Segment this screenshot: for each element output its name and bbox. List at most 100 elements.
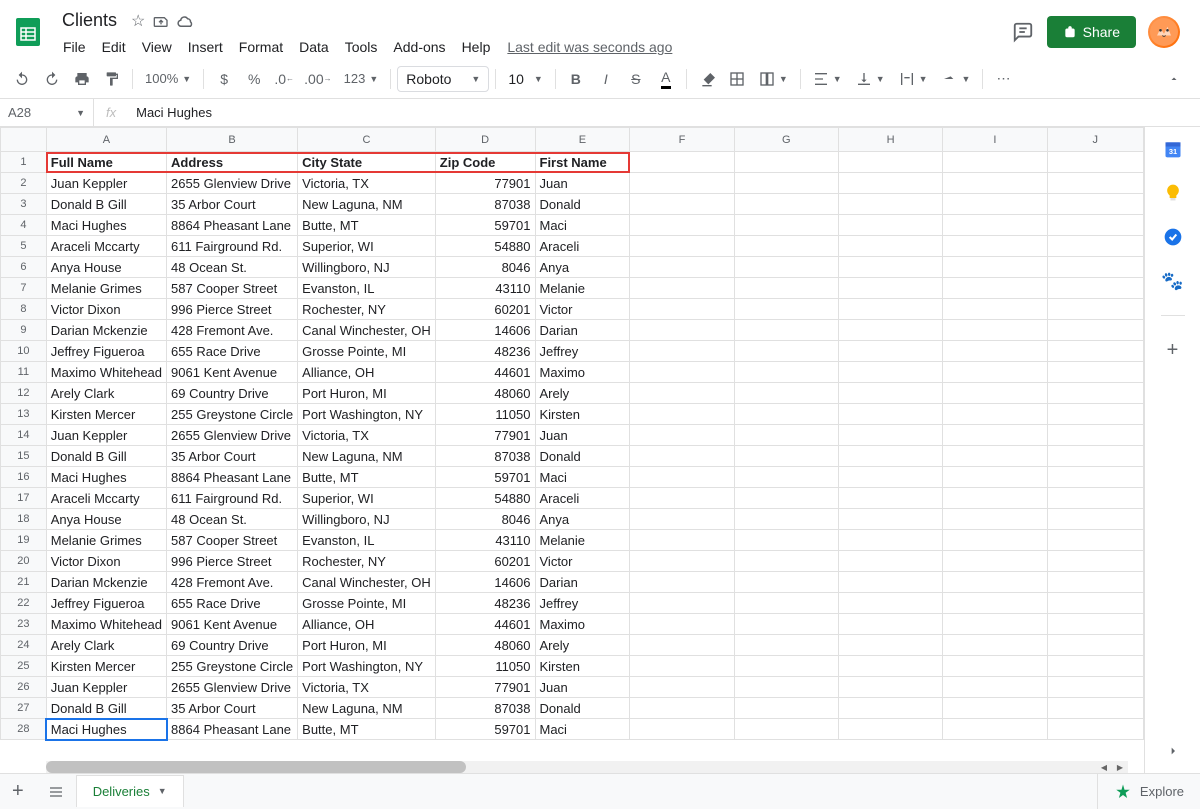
document-title[interactable]: Clients <box>56 8 123 33</box>
cell[interactable]: Butte, MT <box>298 467 436 488</box>
cell[interactable] <box>630 656 734 677</box>
cell[interactable]: 9061 Kent Avenue <box>167 362 298 383</box>
cell[interactable] <box>943 677 1047 698</box>
row-header[interactable]: 4 <box>1 215 47 236</box>
cell[interactable]: 255 Greystone Circle <box>167 404 298 425</box>
cell[interactable]: New Laguna, NM <box>298 446 436 467</box>
cell[interactable] <box>734 320 838 341</box>
all-sheets-button[interactable] <box>36 784 76 800</box>
explore-button[interactable]: Explore <box>1097 774 1200 809</box>
cell[interactable]: 77901 <box>435 677 535 698</box>
cell[interactable] <box>838 341 942 362</box>
cell[interactable] <box>943 488 1047 509</box>
cell[interactable]: 2655 Glenview Drive <box>167 173 298 194</box>
more-formats-select[interactable]: 123▼ <box>338 65 385 93</box>
cell[interactable]: 611 Fairground Rd. <box>167 488 298 509</box>
cell[interactable]: 587 Cooper Street <box>167 278 298 299</box>
menu-view[interactable]: View <box>135 35 179 59</box>
row-header[interactable]: 6 <box>1 257 47 278</box>
cell[interactable]: Maximo Whitehead <box>46 614 166 635</box>
cell[interactable] <box>630 488 734 509</box>
cell[interactable]: Rochester, NY <box>298 299 436 320</box>
cell[interactable]: 996 Pierce Street <box>167 299 298 320</box>
cell[interactable]: Grosse Pointe, MI <box>298 341 436 362</box>
cell[interactable] <box>734 425 838 446</box>
cell[interactable]: Araceli Mccarty <box>46 488 166 509</box>
cell[interactable] <box>838 236 942 257</box>
cell[interactable] <box>943 278 1047 299</box>
cell[interactable]: Jeffrey Figueroa <box>46 341 166 362</box>
cell[interactable] <box>734 719 838 740</box>
row-header[interactable]: 11 <box>1 362 47 383</box>
cell[interactable] <box>734 362 838 383</box>
cell[interactable] <box>630 257 734 278</box>
cell[interactable]: Evanston, IL <box>298 530 436 551</box>
row-header[interactable]: 28 <box>1 719 47 740</box>
cell[interactable] <box>838 215 942 236</box>
cell[interactable]: 11050 <box>435 404 535 425</box>
cell[interactable]: First Name <box>535 152 630 173</box>
cell[interactable] <box>943 446 1047 467</box>
cell[interactable] <box>1047 236 1143 257</box>
cell[interactable]: 77901 <box>435 425 535 446</box>
cell[interactable] <box>943 614 1047 635</box>
cell[interactable]: Maci Hughes <box>46 467 166 488</box>
menu-addons[interactable]: Add-ons <box>386 35 452 59</box>
cell[interactable]: Maci Hughes <box>46 215 166 236</box>
cell[interactable] <box>943 257 1047 278</box>
cell[interactable]: Victoria, TX <box>298 173 436 194</box>
sheet-tab-deliveries[interactable]: Deliveries▼ <box>76 775 184 807</box>
row-header[interactable]: 21 <box>1 572 47 593</box>
cell[interactable] <box>734 635 838 656</box>
cell[interactable] <box>734 446 838 467</box>
cell[interactable] <box>734 299 838 320</box>
cell[interactable] <box>734 677 838 698</box>
share-button[interactable]: Share <box>1047 16 1136 48</box>
cell[interactable]: Kirsten <box>535 656 630 677</box>
cell[interactable]: Victoria, TX <box>298 425 436 446</box>
cell[interactable] <box>1047 635 1143 656</box>
cell[interactable]: 59701 <box>435 719 535 740</box>
cell[interactable] <box>1047 614 1143 635</box>
cell[interactable]: 54880 <box>435 488 535 509</box>
row-header[interactable]: 22 <box>1 593 47 614</box>
cell[interactable]: 8864 Pheasant Lane <box>167 467 298 488</box>
cell[interactable] <box>838 362 942 383</box>
cell[interactable] <box>838 257 942 278</box>
cell[interactable] <box>838 173 942 194</box>
cell[interactable]: 54880 <box>435 236 535 257</box>
cell[interactable] <box>734 509 838 530</box>
cell[interactable] <box>630 698 734 719</box>
cell[interactable]: 587 Cooper Street <box>167 530 298 551</box>
cell[interactable]: Kirsten Mercer <box>46 404 166 425</box>
row-header[interactable]: 24 <box>1 635 47 656</box>
cell[interactable] <box>943 152 1047 173</box>
cell[interactable]: 48060 <box>435 383 535 404</box>
cell[interactable]: Arely Clark <box>46 383 166 404</box>
cell[interactable] <box>1047 320 1143 341</box>
cell[interactable] <box>838 572 942 593</box>
row-header[interactable]: 3 <box>1 194 47 215</box>
cell[interactable] <box>734 173 838 194</box>
cell[interactable] <box>734 656 838 677</box>
row-header[interactable]: 5 <box>1 236 47 257</box>
cell[interactable] <box>838 530 942 551</box>
row-header[interactable]: 27 <box>1 698 47 719</box>
cell[interactable] <box>838 383 942 404</box>
cell[interactable]: Maci <box>535 719 630 740</box>
cell[interactable] <box>630 299 734 320</box>
currency-button[interactable]: $ <box>210 65 238 93</box>
cell[interactable] <box>943 236 1047 257</box>
cell[interactable]: 611 Fairground Rd. <box>167 236 298 257</box>
row-header[interactable]: 15 <box>1 446 47 467</box>
cell[interactable]: 69 Country Drive <box>167 383 298 404</box>
horizontal-align-button[interactable]: ▼ <box>807 65 848 93</box>
cell[interactable]: Donald <box>535 446 630 467</box>
cell[interactable]: Juan <box>535 425 630 446</box>
cell[interactable]: Anya House <box>46 509 166 530</box>
cell[interactable] <box>838 194 942 215</box>
cell[interactable] <box>630 278 734 299</box>
cell[interactable]: 14606 <box>435 320 535 341</box>
cell[interactable]: Araceli Mccarty <box>46 236 166 257</box>
cell[interactable] <box>1047 572 1143 593</box>
